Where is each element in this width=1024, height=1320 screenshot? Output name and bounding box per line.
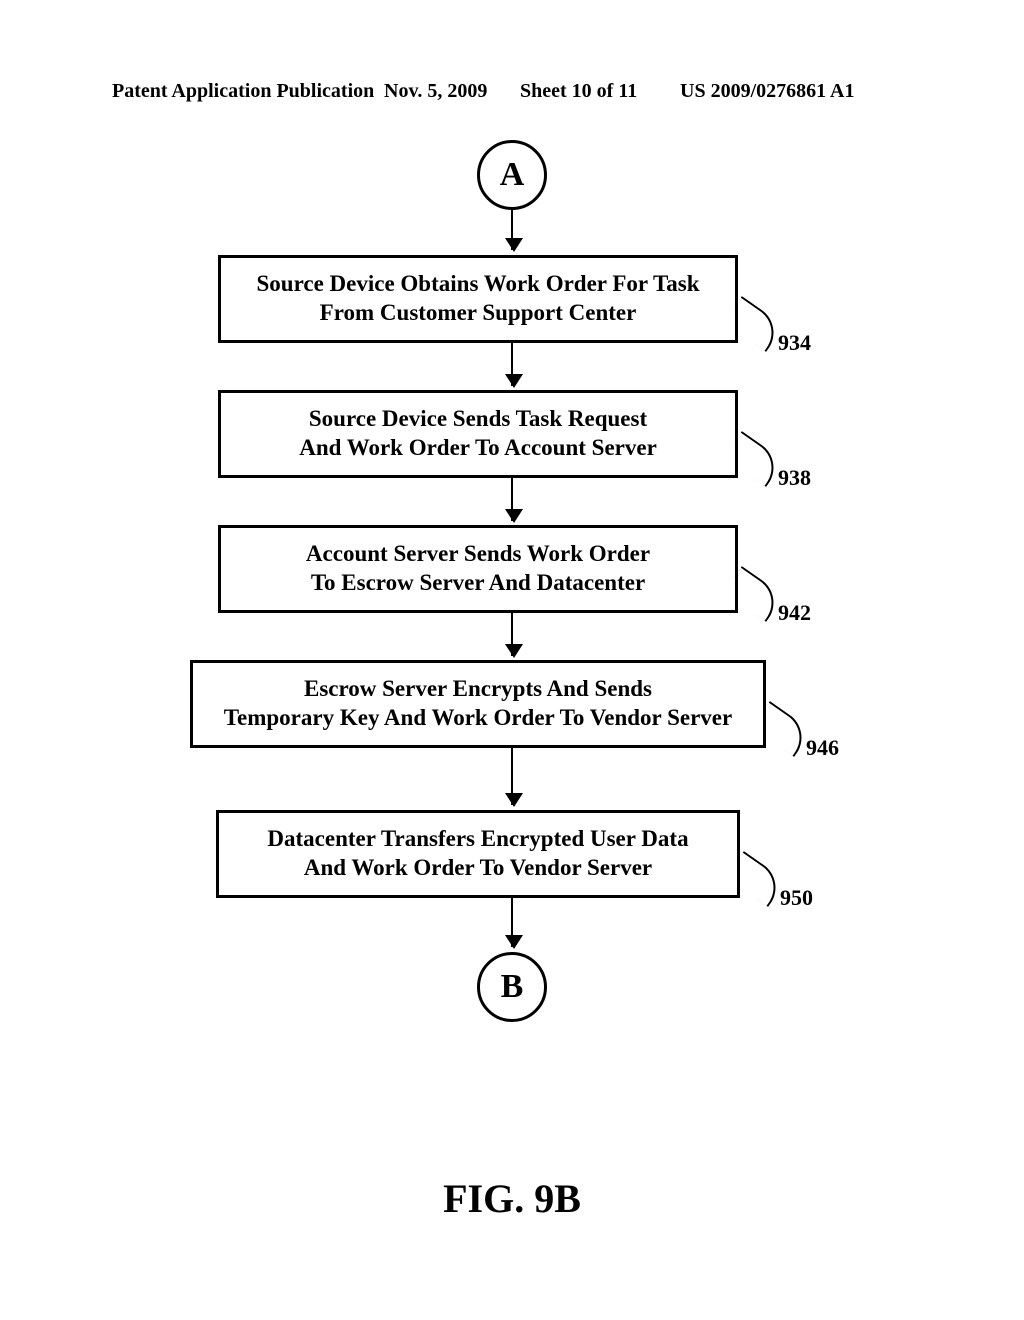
ref-946: 946: [806, 735, 839, 761]
arrow-icon: [511, 747, 513, 805]
arrow-icon: [511, 342, 513, 386]
publication-label: Patent Application Publication: [112, 80, 374, 103]
step-text: To Escrow Server And Datacenter: [311, 570, 645, 595]
arrow-icon: [511, 210, 513, 250]
arrow-icon: [511, 897, 513, 947]
step-text: Account Server Sends Work Order: [306, 541, 650, 566]
publication-date: Nov. 5, 2009: [384, 80, 487, 103]
ref-942: 942: [778, 600, 811, 626]
step-text: Temporary Key And Work Order To Vendor S…: [224, 705, 732, 730]
step-text: From Customer Support Center: [320, 300, 637, 325]
step-text: And Work Order To Account Server: [299, 435, 657, 460]
step-934: Source Device Obtains Work Order For Tas…: [218, 255, 738, 343]
step-text: Escrow Server Encrypts And Sends: [304, 676, 652, 701]
step-950: Datacenter Transfers Encrypted User Data…: [216, 810, 740, 898]
step-946: Escrow Server Encrypts And Sends Tempora…: [190, 660, 766, 748]
step-938: Source Device Sends Task Request And Wor…: [218, 390, 738, 478]
step-text: And Work Order To Vendor Server: [304, 855, 652, 880]
arrow-icon: [511, 477, 513, 521]
step-text: Source Device Obtains Work Order For Tas…: [257, 271, 700, 296]
connector-a: A: [477, 140, 547, 210]
step-942: Account Server Sends Work Order To Escro…: [218, 525, 738, 613]
ref-950: 950: [780, 885, 813, 911]
step-text: Datacenter Transfers Encrypted User Data: [267, 826, 688, 851]
figure-caption: FIG. 9B: [0, 1175, 1024, 1222]
ref-938: 938: [778, 465, 811, 491]
arrow-icon: [511, 612, 513, 656]
connector-b: B: [477, 952, 547, 1022]
sheet-number: Sheet 10 of 11: [520, 80, 637, 103]
publication-number: US 2009/0276861 A1: [680, 80, 854, 103]
step-text: Source Device Sends Task Request: [309, 406, 647, 431]
ref-934: 934: [778, 330, 811, 356]
